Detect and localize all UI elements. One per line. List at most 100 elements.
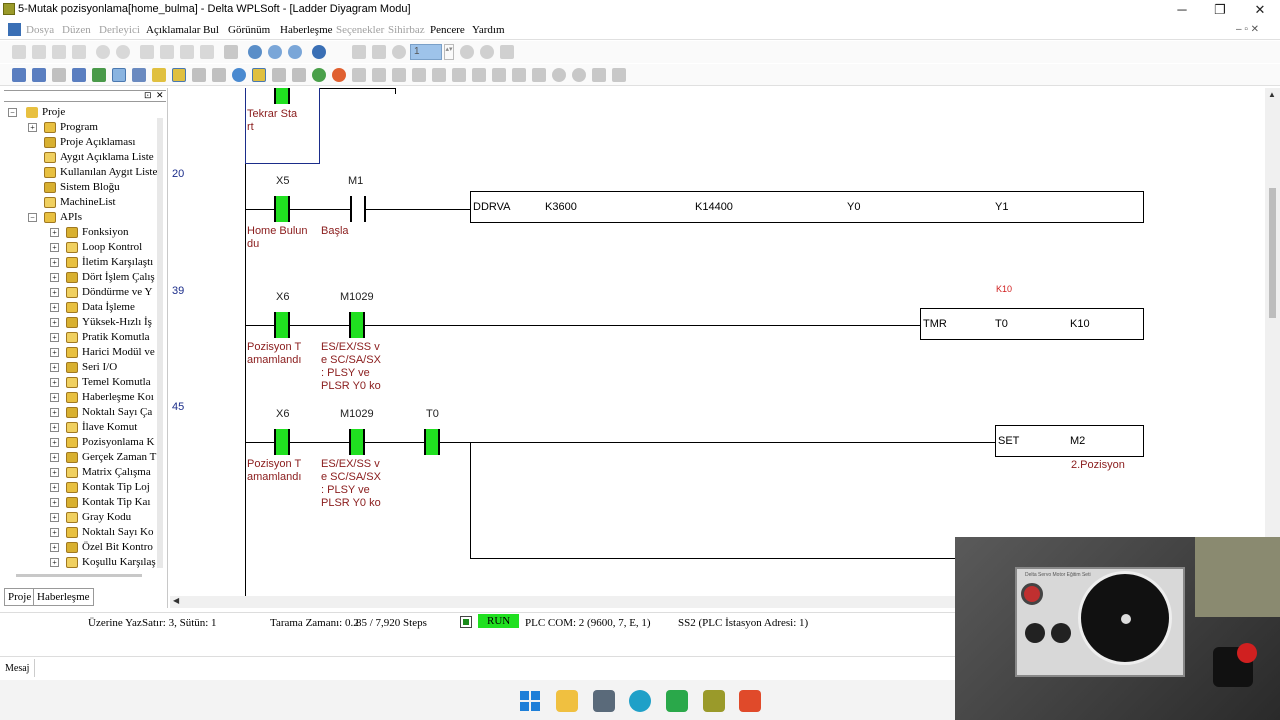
file-explorer-icon[interactable] (556, 690, 578, 712)
tree-item[interactable]: + Harici Modül ve (50, 346, 157, 361)
key-icon[interactable] (172, 68, 186, 82)
tree-item[interactable]: + İletim Karşılaştı (50, 256, 157, 271)
edge-icon[interactable] (629, 690, 651, 712)
sync-icon[interactable] (480, 45, 494, 59)
copy-icon[interactable] (160, 45, 174, 59)
start-icon[interactable] (519, 690, 541, 712)
comment-mode-icon[interactable] (72, 68, 86, 82)
minimize-button[interactable]: ─ (1162, 0, 1202, 20)
find-icon[interactable] (552, 68, 566, 82)
expand-icon[interactable]: + (50, 558, 59, 567)
tree-item[interactable]: Proje Açıklaması (28, 136, 157, 151)
tree-item[interactable]: + Pozisyonlama K (50, 436, 157, 451)
expand-icon[interactable]: + (50, 363, 59, 372)
ladder-diagram[interactable]: Tekrar Sta rt 20 X5 M1 Home Bulun du Baş… (170, 88, 1265, 596)
tool-f-icon[interactable] (452, 68, 466, 82)
tree-hscroll[interactable] (16, 574, 142, 577)
menu-gorunum[interactable]: Görünüm (228, 24, 270, 36)
tree-item[interactable]: + Pratik Komutla (50, 331, 157, 346)
tree-item[interactable]: + Matrix Çalışma (50, 466, 157, 481)
collapse-icon[interactable]: − (28, 213, 37, 222)
folder-icon[interactable] (152, 68, 166, 82)
scroll-left-icon[interactable]: ◀ (173, 596, 179, 605)
tool-e-icon[interactable] (432, 68, 446, 82)
paste-icon[interactable] (180, 45, 194, 59)
menu-dosya[interactable]: Dosya (26, 24, 54, 36)
tree-item[interactable]: + Gerçek Zaman T (50, 451, 157, 466)
expand-icon[interactable]: + (50, 543, 59, 552)
expand-icon[interactable]: + (50, 528, 59, 537)
contact-x6[interactable] (274, 312, 290, 338)
tool-l-icon[interactable] (612, 68, 626, 82)
zoom-fit-icon[interactable] (288, 45, 302, 59)
collapse-icon[interactable]: − (8, 108, 17, 117)
tree-item[interactable]: + Loop Kontrol (50, 241, 157, 256)
tool-g-icon[interactable] (472, 68, 486, 82)
tree-item[interactable]: + Data İşleme (50, 301, 157, 316)
menu-aciklamalar[interactable]: Açıklamalar (146, 24, 200, 36)
expand-icon[interactable]: + (50, 273, 59, 282)
expand-icon[interactable]: + (50, 288, 59, 297)
expand-icon[interactable]: + (50, 318, 59, 327)
tree-item[interactable]: + Noktalı Sayı Ça (50, 406, 157, 421)
new-file-icon[interactable] (12, 45, 26, 59)
convert-icon[interactable] (372, 45, 386, 59)
cut-icon[interactable] (140, 45, 154, 59)
panel-close-icon[interactable]: ✕ (156, 90, 164, 101)
camtasia-icon[interactable] (666, 690, 688, 712)
help-icon[interactable] (312, 45, 326, 59)
expand-icon[interactable]: + (50, 393, 59, 402)
ladder-mode-icon[interactable] (12, 68, 26, 82)
device-monitor-icon[interactable] (292, 68, 306, 82)
expand-icon[interactable]: + (50, 408, 59, 417)
halt-icon[interactable] (332, 68, 346, 82)
expand-icon[interactable]: + (28, 123, 37, 132)
ladder-vscroll[interactable]: ▲ (1265, 88, 1280, 538)
run-plc-icon[interactable] (500, 45, 514, 59)
expand-icon[interactable]: + (50, 333, 59, 342)
page-spin-icon[interactable]: ▴▾ (444, 44, 454, 60)
table-icon[interactable] (132, 68, 146, 82)
menu-yardim[interactable]: Yardım (472, 24, 505, 36)
tree-item[interactable]: Kullanılan Aygıt Liste (28, 166, 157, 181)
contact-t0[interactable] (424, 429, 440, 455)
tool-c-icon[interactable] (392, 68, 406, 82)
stop-monitor-icon[interactable] (272, 68, 286, 82)
tree-item[interactable]: + Yüksek-Hızlı İş (50, 316, 157, 331)
tool-j-icon[interactable] (532, 68, 546, 82)
tree-item[interactable]: + Fonksiyon (50, 226, 157, 241)
menu-derleyici[interactable]: Derleyici (99, 24, 140, 36)
contact-m1029[interactable] (349, 312, 365, 338)
expand-icon[interactable]: + (50, 513, 59, 522)
tree-item[interactable]: + Seri I/O (50, 361, 157, 376)
undo-icon[interactable] (96, 45, 110, 59)
page-field[interactable]: 1 (410, 44, 442, 60)
tree-item[interactable]: + Döndürme ve Y (50, 286, 157, 301)
tab-proje[interactable]: Proje (4, 588, 36, 606)
open-file-icon[interactable] (32, 45, 46, 59)
expand-icon[interactable]: + (50, 453, 59, 462)
contact-x6[interactable] (274, 429, 290, 455)
delete-icon[interactable] (200, 45, 214, 59)
tree-item[interactable]: + Kontak Tip Kaı (50, 496, 157, 511)
tree-item[interactable]: + Program (28, 121, 157, 136)
online-icon[interactable] (192, 68, 206, 82)
tree-item[interactable]: Aygıt Açıklama Liste (28, 151, 157, 166)
instruction-box-ddrva[interactable]: DDRVA K3600 K14400 Y0 Y1 (470, 191, 1144, 223)
calculator-icon[interactable] (593, 690, 615, 712)
refresh-icon[interactable] (224, 45, 238, 59)
expand-icon[interactable]: + (50, 348, 59, 357)
close-button[interactable]: ✕ (1240, 0, 1280, 20)
expand-icon[interactable]: + (50, 303, 59, 312)
monitor-icon[interactable] (392, 45, 406, 59)
menu-duzen[interactable]: Düzen (62, 24, 91, 36)
run-icon[interactable] (312, 68, 326, 82)
tree-root[interactable]: − Proje (8, 106, 158, 121)
tree-item[interactable]: + Özel Bit Kontro (50, 541, 157, 556)
zoom-out-icon[interactable] (268, 45, 282, 59)
panel-pin-icon[interactable]: ⊡ (144, 90, 152, 101)
monitor-ladder-icon[interactable] (252, 68, 266, 82)
save-icon[interactable] (52, 45, 66, 59)
tree-item[interactable]: + Noktalı Sayı Ko (50, 526, 157, 541)
tree-item[interactable]: Sistem Bloğu (28, 181, 157, 196)
